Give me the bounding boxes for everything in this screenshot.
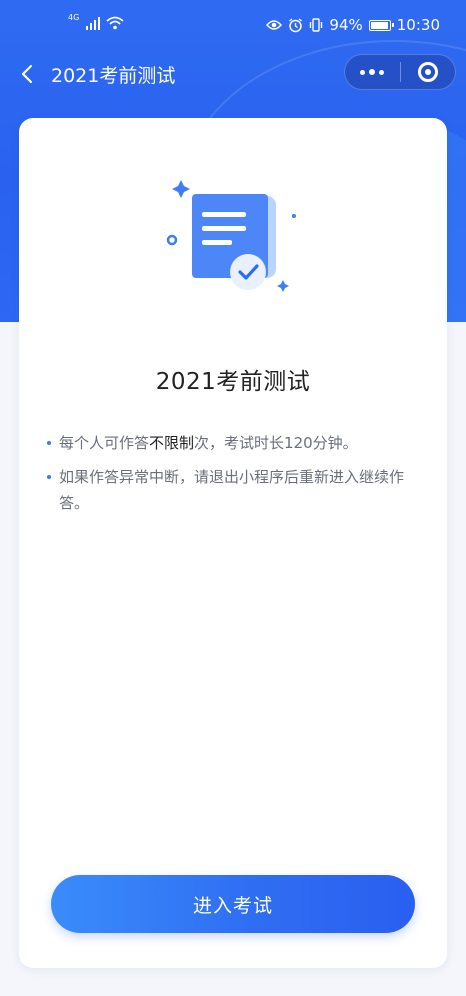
- more-dot-icon: [360, 69, 366, 75]
- more-dot-icon: [379, 69, 385, 75]
- close-mini-program-button[interactable]: [400, 55, 455, 89]
- ring-dot-icon: [166, 234, 178, 246]
- page-title: 2021考前测试: [51, 65, 176, 87]
- eye-icon: [266, 20, 283, 30]
- back-button[interactable]: [16, 60, 40, 88]
- alarm-icon: [289, 17, 303, 32]
- sparkle-icon: [172, 180, 190, 198]
- status-left: 4G: [68, 12, 124, 30]
- vibrate-icon: [310, 18, 323, 32]
- document-check-illustration: [166, 180, 296, 292]
- status-bar: 4G 94% 10:30: [0, 0, 466, 52]
- mini-program-capsule: [344, 54, 456, 90]
- exam-rules-list: 每个人可作答不限制次，考试时长120分钟。 如果作答异常中断，请退出小程序后重新…: [47, 430, 422, 524]
- battery-icon: [368, 19, 394, 31]
- enter-exam-button[interactable]: 进入考试: [51, 875, 415, 933]
- rule-item: 每个人可作答不限制次，考试时长120分钟。: [47, 430, 422, 456]
- battery-percent: 94%: [329, 16, 363, 34]
- chevron-left-icon: [21, 64, 33, 84]
- bullet-dot-icon: [47, 441, 51, 445]
- exam-card: 2021考前测试 每个人可作答不限制次，考试时长120分钟。 如果作答异常中断，…: [19, 118, 447, 968]
- wifi-icon: [106, 16, 124, 30]
- sparkle-icon: [277, 280, 289, 292]
- exam-title: 2021考前测试: [155, 369, 311, 395]
- rule-item: 如果作答异常中断，请退出小程序后重新进入继续作答。: [47, 464, 422, 516]
- rule-text: 次，考试时长120分钟。: [194, 434, 358, 452]
- rule-highlight: 不限制: [149, 434, 195, 452]
- rule-text: 每个人可作答: [59, 434, 150, 452]
- more-dot-icon: [369, 69, 376, 75]
- more-options-button[interactable]: [345, 55, 400, 89]
- signal-icon: [86, 16, 101, 30]
- rule-text: 如果作答异常中断，请退出小程序后重新进入继续作答。: [59, 468, 405, 512]
- target-circle-icon: [417, 62, 438, 82]
- status-right: 94% 10:30: [266, 16, 440, 34]
- bullet-dot-icon: [47, 475, 51, 479]
- navigation-bar: 2021考前测试: [0, 52, 466, 96]
- network-type-label: 4G: [68, 12, 80, 22]
- clock-time: 10:30: [396, 16, 440, 34]
- check-badge-icon: [230, 254, 266, 290]
